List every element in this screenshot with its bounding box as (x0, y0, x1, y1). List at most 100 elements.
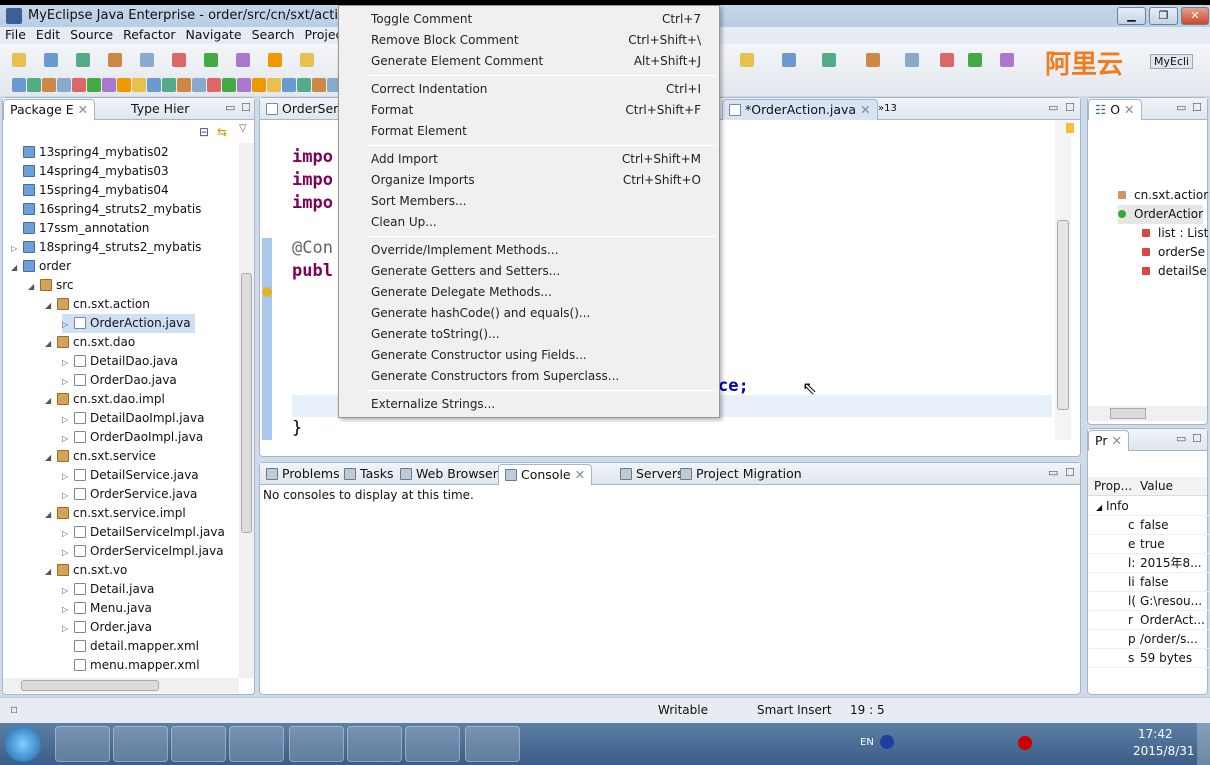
menu-file[interactable]: File (0, 27, 31, 43)
toolbar-icon[interactable] (282, 78, 296, 92)
code-line[interactable]: ce; (718, 376, 749, 396)
quickfix-lightbulb-icon[interactable] (262, 287, 272, 297)
toolbar-icon[interactable] (267, 78, 281, 92)
column-header-property[interactable]: Prop... (1094, 479, 1132, 493)
tree-item[interactable]: ▷ DetailServiceImpl.java (62, 523, 225, 542)
tab-console[interactable]: Console ✕ (498, 464, 593, 485)
menu-source[interactable]: Source (65, 27, 118, 43)
tree-item[interactable]: ◢ cn.sxt.action (45, 295, 150, 314)
tree-item[interactable]: ▷ OrderAction.java (62, 314, 195, 333)
toolbar-icon[interactable] (968, 53, 982, 67)
scrollbar-thumb[interactable] (1057, 220, 1069, 410)
code-line[interactable]: @Con (292, 238, 333, 258)
tab-properties[interactable]: Pr ✕ (1088, 430, 1129, 451)
tree-item[interactable]: ▷ Order.java (62, 618, 152, 637)
tree-item[interactable]: ◢ src (28, 276, 74, 295)
toolbar-icon[interactable] (204, 53, 218, 67)
toolbar-icon[interactable] (140, 53, 154, 67)
code-line[interactable]: publ (292, 261, 333, 281)
menu-navigate[interactable]: Navigate (181, 27, 247, 43)
collapsed-arrow-icon[interactable]: ▷ (62, 524, 74, 543)
maximize-icon[interactable]: ☐ (241, 101, 251, 114)
minimize-icon[interactable]: ▭ (225, 101, 235, 114)
toolbar-icon[interactable] (740, 53, 754, 67)
toolbar-icon[interactable] (177, 78, 191, 92)
tab-web-browser[interactable]: Web Browser (394, 464, 504, 485)
toolbar-icon[interactable] (300, 53, 314, 67)
tree-item[interactable]: detail.mapper.xml (62, 637, 199, 656)
menu-item-generate-constructor-using-fields[interactable]: Generate Constructor using Fields... (371, 345, 701, 366)
tree-item[interactable]: ▷ Detail.java (62, 580, 154, 599)
collapsed-arrow-icon[interactable]: ▷ (62, 486, 74, 505)
menu-refactor[interactable]: Refactor (118, 27, 180, 43)
clock-time[interactable]: 17:42 (1138, 727, 1173, 741)
menu-item-override-implement-methods[interactable]: Override/Implement Methods... (371, 240, 701, 261)
menu-item-generate-constructors-from-superclass[interactable]: Generate Constructors from Superclass... (371, 366, 701, 387)
collapsed-arrow-icon[interactable]: ▷ (62, 353, 74, 372)
toolbar-icon[interactable] (312, 78, 326, 92)
tree-item[interactable]: 13spring4_mybatis02 (11, 143, 169, 162)
minimize-icon[interactable]: ▭ (1176, 101, 1186, 114)
menu-item-toggle-comment[interactable]: Toggle Comment Ctrl+7 (371, 9, 701, 30)
scrollbar-thumb[interactable] (21, 680, 159, 691)
toolbar-icon[interactable] (108, 53, 122, 67)
taskbar-chrome-icon[interactable] (113, 726, 168, 762)
expanded-arrow-icon[interactable]: ◢ (45, 505, 57, 524)
taskbar-app-icon[interactable] (171, 726, 226, 762)
toolbar-icon[interactable] (236, 53, 250, 67)
expand-arrow-icon[interactable]: ◢ (1088, 503, 1102, 512)
outline-item[interactable]: cn.sxt.actior (1118, 186, 1208, 205)
toolbar-icon[interactable] (27, 78, 41, 92)
toolbar-icon[interactable] (102, 78, 116, 92)
property-row[interactable]: l(G:\resou... (1088, 592, 1210, 611)
toolbar-icon[interactable] (76, 53, 90, 67)
collapsed-arrow-icon[interactable]: ▷ (62, 467, 74, 486)
menu-item-generate-element-comment[interactable]: Generate Element Comment Alt+Shift+J (371, 51, 701, 72)
menu-item-generate-hashcode-and-equals[interactable]: Generate hashCode() and equals()... (371, 303, 701, 324)
menu-item-generate-tostring[interactable]: Generate toString()... (371, 324, 701, 345)
code-line[interactable]: impo (292, 193, 333, 213)
taskbar-explorer-icon[interactable] (465, 726, 520, 762)
language-indicator[interactable]: EN (860, 737, 874, 748)
toolbar-icon[interactable] (1000, 53, 1014, 67)
toolbar-icon[interactable] (12, 53, 26, 67)
scrollbar-thumb[interactable] (1110, 408, 1146, 419)
tree-item[interactable]: ▷ DetailService.java (62, 466, 199, 485)
tree-item[interactable]: ▷ OrderDao.java (62, 371, 177, 390)
restore-button[interactable]: ❐ (1149, 7, 1178, 25)
vertical-scrollbar[interactable] (239, 143, 254, 678)
help-tray-icon[interactable] (880, 735, 894, 749)
toolbar-icon[interactable] (782, 53, 796, 67)
code-line[interactable]: } (292, 418, 302, 438)
collapsed-arrow-icon[interactable]: ▷ (62, 410, 74, 429)
minimize-button[interactable]: ▁ (1117, 7, 1146, 25)
tree-item[interactable]: ◢ cn.sxt.vo (45, 561, 127, 580)
menu-item-generate-delegate-methods[interactable]: Generate Delegate Methods... (371, 282, 701, 303)
collapsed-arrow-icon[interactable]: ▷ (62, 372, 74, 391)
toolbar-icon[interactable] (87, 78, 101, 92)
expanded-arrow-icon[interactable]: ◢ (28, 277, 40, 296)
tree-item[interactable]: ▷ OrderDaoImpl.java (62, 428, 203, 447)
tree-item[interactable]: ▷ OrderServiceImpl.java (62, 542, 224, 561)
maximize-icon[interactable]: ☐ (1192, 432, 1202, 445)
start-button[interactable] (5, 726, 41, 762)
scrollbar-thumb[interactable] (241, 273, 252, 533)
vertical-scrollbar[interactable] (1055, 120, 1071, 440)
close-icon[interactable]: ✕ (1111, 433, 1121, 448)
tab-problems[interactable]: Problems (260, 464, 346, 485)
code-line[interactable]: impo (292, 147, 333, 167)
show-desktop-button[interactable] (1197, 723, 1210, 765)
expanded-arrow-icon[interactable]: ◢ (45, 391, 57, 410)
expanded-arrow-icon[interactable]: ◢ (45, 448, 57, 467)
menu-item-correct-indentation[interactable]: Correct Indentation Ctrl+I (371, 79, 701, 100)
minimize-icon[interactable]: ▭ (1048, 466, 1058, 479)
outline-item[interactable]: orderSe (1142, 243, 1205, 262)
code-line[interactable]: impo (292, 170, 333, 190)
tree-item[interactable]: ▷ Menu.java (62, 599, 152, 618)
collapsed-arrow-icon[interactable]: ▷ (62, 619, 74, 638)
taskbar-app-icon[interactable] (229, 726, 284, 762)
toolbar-icon[interactable] (147, 78, 161, 92)
toolbar-icon[interactable] (12, 78, 26, 92)
collapsed-arrow-icon[interactable]: ▷ (62, 543, 74, 562)
link-with-editor-icon[interactable]: ⇆ (217, 125, 227, 139)
